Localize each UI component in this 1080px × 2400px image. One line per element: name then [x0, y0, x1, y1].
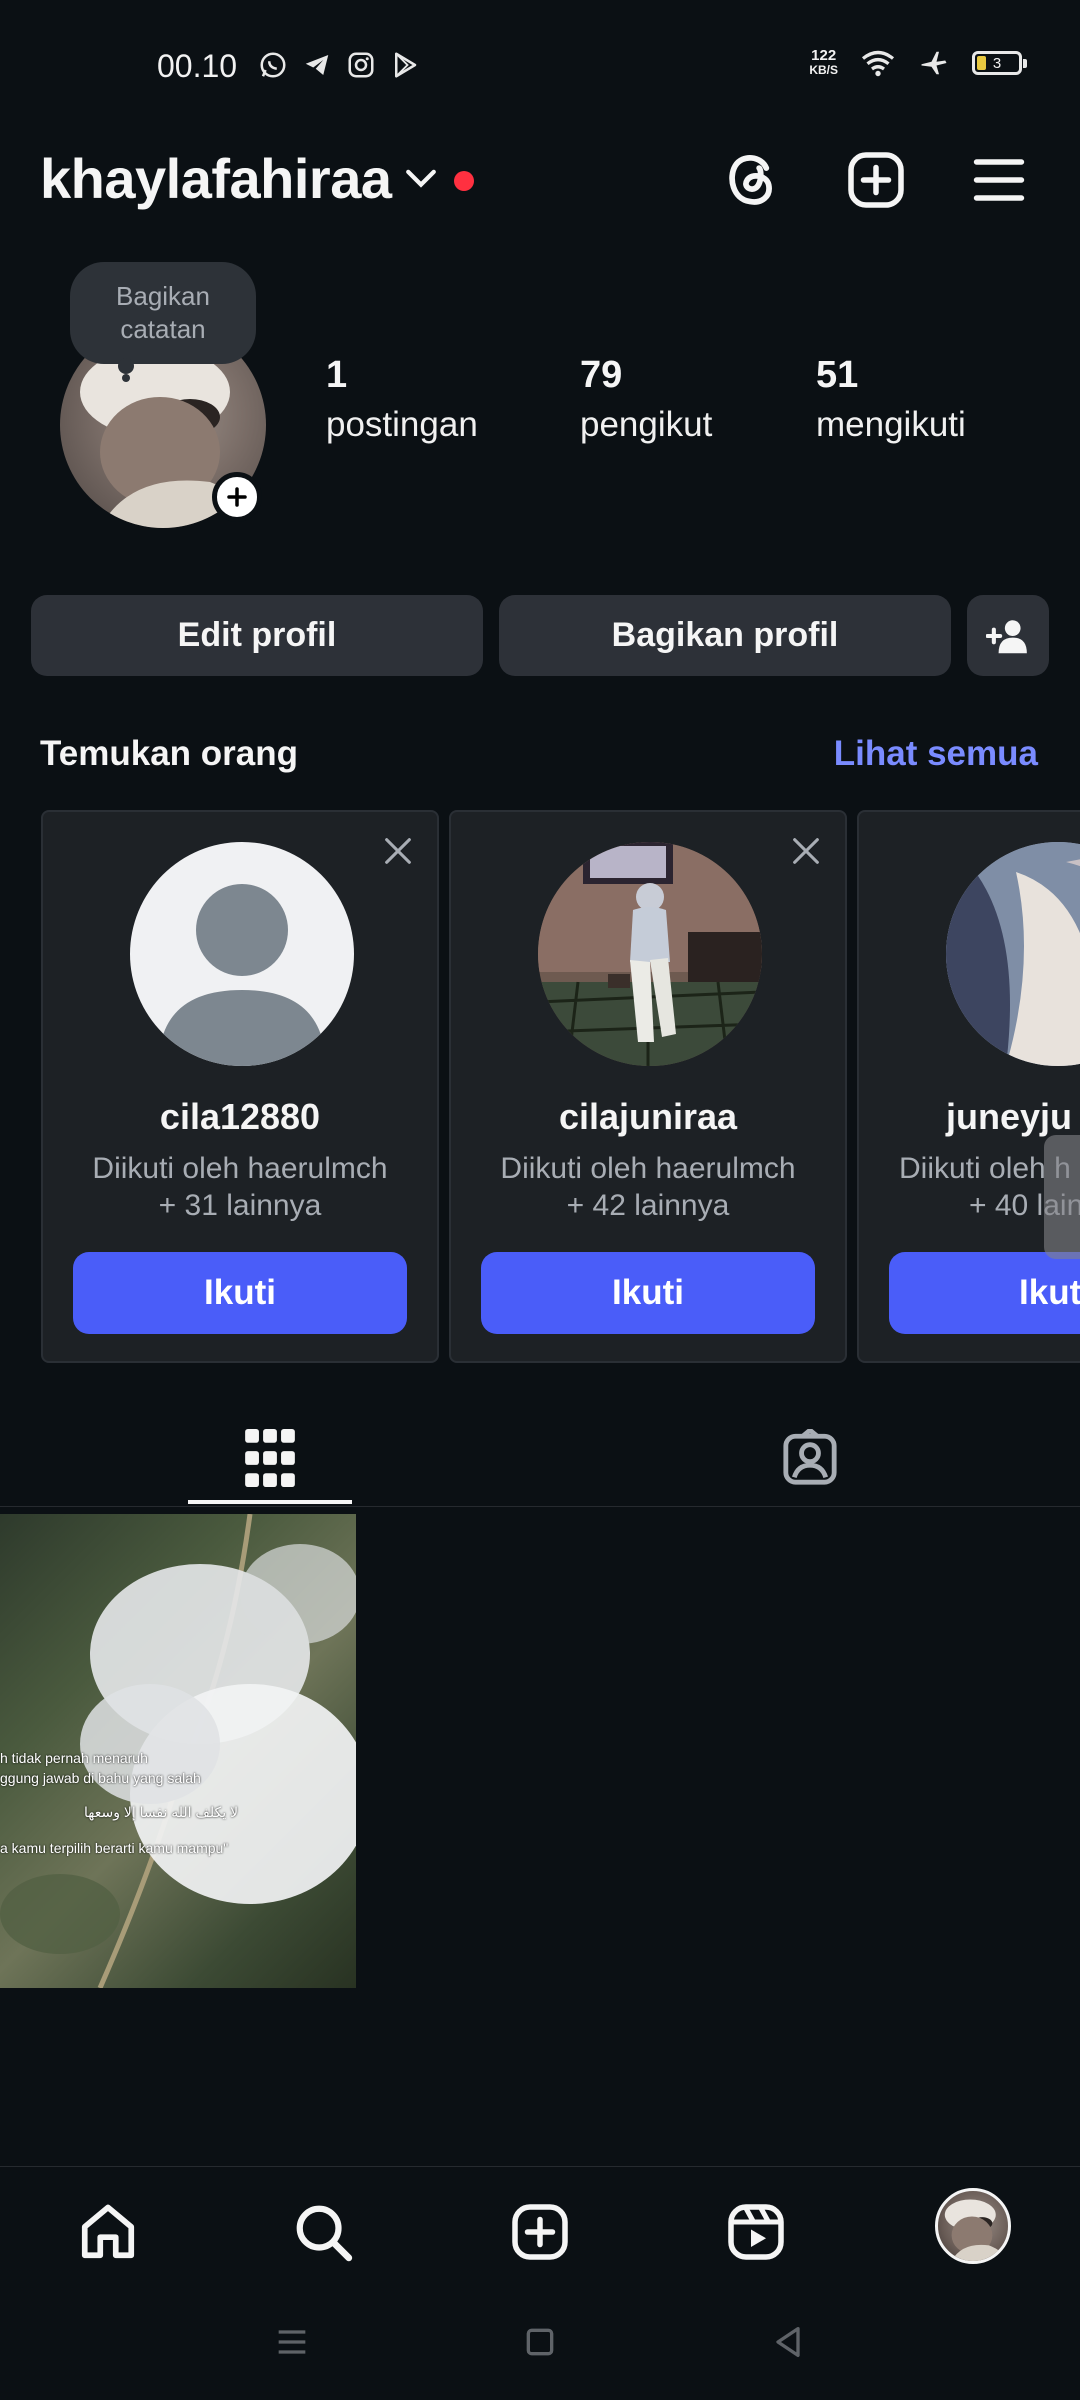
nav-reels[interactable]: [716, 2192, 796, 2272]
discover-title: Temukan orang: [40, 734, 299, 773]
instagram-icon: [348, 52, 374, 78]
suggestion-avatar[interactable]: [538, 842, 762, 1066]
profile-username[interactable]: khaylafahiraa: [40, 146, 392, 211]
edit-profile-button[interactable]: Edit profil: [31, 595, 483, 676]
suggestion-card[interactable]: cilajuniraa Diikuti oleh haerulmch + 42 …: [449, 810, 847, 1363]
post-caption-line1: h tidak pernah menaruh: [0, 1750, 148, 1766]
suggestion-card[interactable]: cila12880 Diikuti oleh haerulmch + 31 la…: [41, 810, 439, 1363]
battery-icon: 3: [972, 51, 1027, 75]
plus-square-icon: [848, 152, 904, 208]
back-icon[interactable]: [768, 2322, 808, 2362]
mutuals-line2: + 31 lainnya: [158, 1189, 322, 1222]
suggestion-mutuals: Diikuti oleh haerulmch + 31 lainnya: [43, 1150, 437, 1224]
mutuals-line2: + 42 lainnya: [566, 1189, 730, 1222]
add-person-icon: [986, 619, 1027, 653]
see-all-link[interactable]: Lihat semua: [834, 734, 1038, 774]
suggestion-photo: [946, 842, 1080, 1066]
follow-button[interactable]: Ikuti: [73, 1252, 407, 1334]
posts-stat[interactable]: 1 postingan: [326, 354, 478, 445]
post-thumbnail[interactable]: h tidak pernah menaruh ggung jawab di ba…: [0, 1514, 356, 1988]
network-speed-unit: KB/S: [809, 63, 838, 77]
reels-icon: [728, 2204, 784, 2260]
wifi-icon: [861, 50, 895, 77]
avatar-photo: [944, 2199, 1008, 2261]
search-icon: [296, 2205, 353, 2262]
grid-icon: [245, 1429, 295, 1487]
tab-posts-grid[interactable]: [188, 1410, 352, 1506]
follow-button[interactable]: Ikut: [889, 1252, 1080, 1334]
followers-count: 79: [580, 354, 623, 396]
nav-home[interactable]: [68, 2192, 148, 2272]
tagged-person-icon: [783, 1429, 837, 1485]
threads-icon: [729, 155, 772, 205]
follow-button[interactable]: Ikuti: [481, 1252, 815, 1334]
share-profile-button[interactable]: Bagikan profil: [499, 595, 951, 676]
scroll-handle[interactable]: [1044, 1135, 1080, 1259]
chevron-down-icon[interactable]: [404, 166, 438, 192]
network-speed: 122 KB/S: [809, 48, 838, 78]
recents-icon[interactable]: [272, 2322, 312, 2362]
plus-square-icon: [512, 2204, 568, 2260]
note-bubble-tail-small: [122, 374, 130, 382]
tab-tagged[interactable]: [728, 1410, 892, 1506]
home-icon: [81, 2204, 135, 2259]
add-story-button[interactable]: [212, 472, 262, 522]
battery-level: 3: [992, 54, 1002, 72]
close-icon[interactable]: [381, 834, 415, 868]
post-caption-line4: a kamu terpilih berarti kamu mampu": [0, 1840, 229, 1856]
active-tab-indicator: [188, 1500, 352, 1504]
whatsapp-icon: [260, 52, 286, 78]
status-app-icons: [258, 50, 420, 80]
suggestion-name[interactable]: cila12880: [43, 1096, 437, 1138]
suggestion-mutuals: Diikuti oleh haerulmch + 42 lainnya: [451, 1150, 845, 1224]
followers-stat[interactable]: 79 pengikut: [580, 354, 712, 445]
hamburger-menu-icon: [973, 159, 1025, 201]
home-square-icon[interactable]: [520, 2322, 560, 2362]
status-time: 00.10: [157, 48, 238, 84]
posts-count: 1: [326, 354, 348, 396]
network-speed-value: 122: [811, 47, 837, 64]
suggestion-avatar[interactable]: [946, 842, 1080, 1066]
play-store-icon: [395, 52, 417, 78]
mutuals-line1: Diikuti oleh haerulmch: [500, 1152, 796, 1185]
bottom-nav-divider: [0, 2166, 1080, 2167]
suggestion-name[interactable]: cilajuniraa: [451, 1096, 845, 1138]
default-avatar-icon: [160, 884, 324, 1066]
mutuals-line1: Diikuti oleh haerulmch: [92, 1152, 388, 1185]
airplane-icon: [921, 51, 947, 75]
tab-divider: [0, 1506, 1080, 1507]
discover-people-button[interactable]: [967, 595, 1049, 676]
following-stat[interactable]: 51 mengikuti: [816, 354, 966, 445]
telegram-icon: [305, 55, 329, 75]
suggestion-card[interactable]: juneyju Diikuti oleh h + 40 lain Ikut: [857, 810, 1080, 1363]
nav-profile-avatar[interactable]: [935, 2188, 1011, 2264]
status-right-group: 122 KB/S 3: [809, 48, 1027, 78]
threads-button[interactable]: [719, 147, 785, 213]
note-bubble-tail: [118, 358, 134, 374]
note-text-line2: catatan: [120, 314, 206, 344]
nav-create[interactable]: [500, 2192, 580, 2272]
nav-search[interactable]: [283, 2192, 363, 2272]
following-label: mengikuti: [816, 405, 966, 444]
post-caption-arabic: لا يكلف الله نفسا إلا وسعها: [84, 1804, 239, 1820]
suggestion-name[interactable]: juneyju: [946, 1096, 1072, 1138]
note-text-line1: Bagikan: [116, 281, 210, 311]
posts-label: postingan: [326, 405, 478, 444]
followers-label: pengikut: [580, 405, 713, 444]
close-icon[interactable]: [789, 834, 823, 868]
notification-dot: [454, 171, 474, 191]
suggestion-avatar[interactable]: [130, 842, 354, 1066]
suggestion-photo: [538, 842, 762, 1066]
share-note-bubble[interactable]: Bagikan catatan: [70, 262, 256, 364]
following-count: 51: [816, 354, 859, 396]
create-post-button[interactable]: [843, 147, 909, 213]
post-caption-line2: ggung jawab di bahu yang salah: [0, 1770, 201, 1786]
plus-icon: [227, 487, 247, 507]
menu-button[interactable]: [966, 147, 1032, 213]
